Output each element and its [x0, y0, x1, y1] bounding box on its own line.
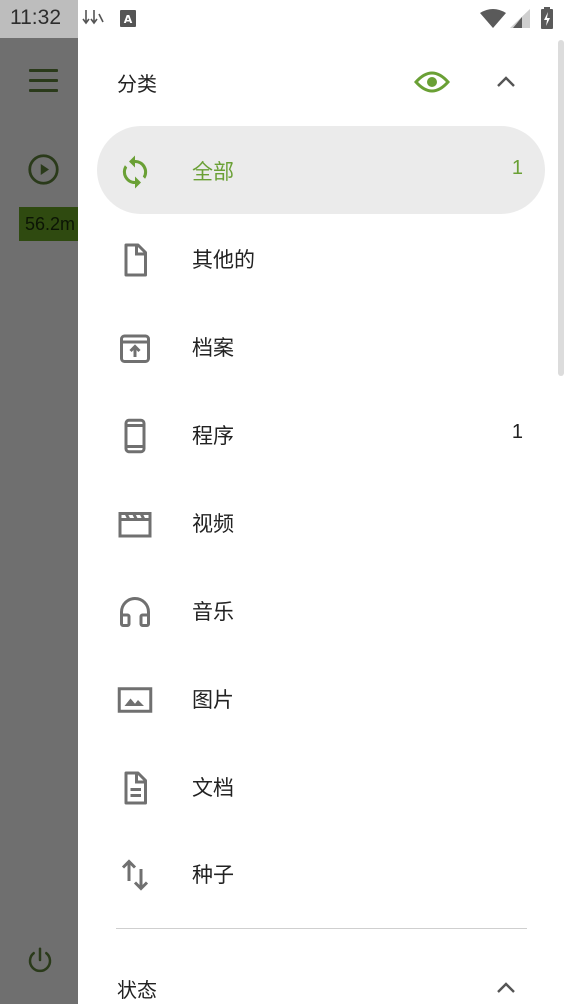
category-label: 视频 [192, 512, 234, 536]
scrollbar[interactable] [558, 40, 564, 376]
navigation-drawer: A 分类 全部 1 其他的 档案 程序 1 视频 音乐 图片 文档 种子 状态 [78, 0, 564, 1004]
battery-charging-icon [541, 7, 553, 29]
keyboard-a-icon: A [120, 10, 136, 27]
chevron-up-icon[interactable] [494, 70, 518, 94]
category-item-archive[interactable]: 档案 [97, 302, 545, 390]
categories-header[interactable]: 分类 [117, 58, 527, 106]
svg-text:A: A [124, 13, 133, 26]
category-label: 音乐 [192, 600, 234, 624]
document-icon [124, 771, 147, 805]
wifi-icon [480, 9, 506, 28]
category-label: 其他的 [192, 248, 255, 272]
category-label: 文档 [192, 776, 234, 800]
download-notification-icon [82, 10, 104, 25]
category-label: 档案 [192, 336, 234, 360]
category-item-torrents[interactable]: 种子 [97, 829, 545, 917]
category-item-music[interactable]: 音乐 [97, 566, 545, 654]
status-bar: A [78, 0, 564, 38]
headphones-icon [120, 597, 150, 627]
chevron-up-icon[interactable] [494, 976, 518, 1000]
categories-title: 分类 [117, 72, 157, 96]
category-item-apps[interactable]: 程序 1 [97, 390, 545, 478]
status-bar-left: 11:32 [0, 0, 78, 38]
status-time: 11:32 [10, 6, 61, 29]
power-icon[interactable] [25, 944, 55, 976]
phone-icon [124, 418, 146, 454]
category-label: 种子 [192, 863, 234, 887]
category-item-pictures[interactable]: 图片 [97, 654, 545, 742]
image-icon [117, 687, 153, 713]
status-header[interactable]: 状态 [117, 964, 527, 1004]
play-circle-icon[interactable] [27, 153, 60, 186]
eye-icon[interactable] [414, 66, 450, 98]
background-app: 11:32 56.2m [0, 0, 78, 1004]
category-item-documents[interactable]: 文档 [97, 742, 545, 830]
file-icon [124, 243, 147, 277]
speed-badge: 56.2m [19, 207, 78, 241]
video-icon [118, 512, 152, 538]
category-item-video[interactable]: 视频 [97, 478, 545, 566]
signal-icon [510, 9, 530, 28]
category-label: 图片 [192, 688, 234, 712]
category-item-all[interactable]: 全部 1 [97, 126, 545, 214]
category-count: 1 [511, 421, 523, 443]
refresh-icon [122, 155, 148, 189]
category-label: 全部 [192, 160, 234, 184]
category-item-other[interactable]: 其他的 [97, 214, 545, 302]
swap-vertical-icon [121, 859, 149, 891]
category-count: 1 [511, 157, 523, 179]
menu-icon[interactable] [29, 69, 58, 93]
divider [116, 928, 527, 929]
archive-icon [120, 334, 150, 363]
status-title: 状态 [117, 978, 157, 1002]
category-label: 程序 [192, 424, 234, 448]
